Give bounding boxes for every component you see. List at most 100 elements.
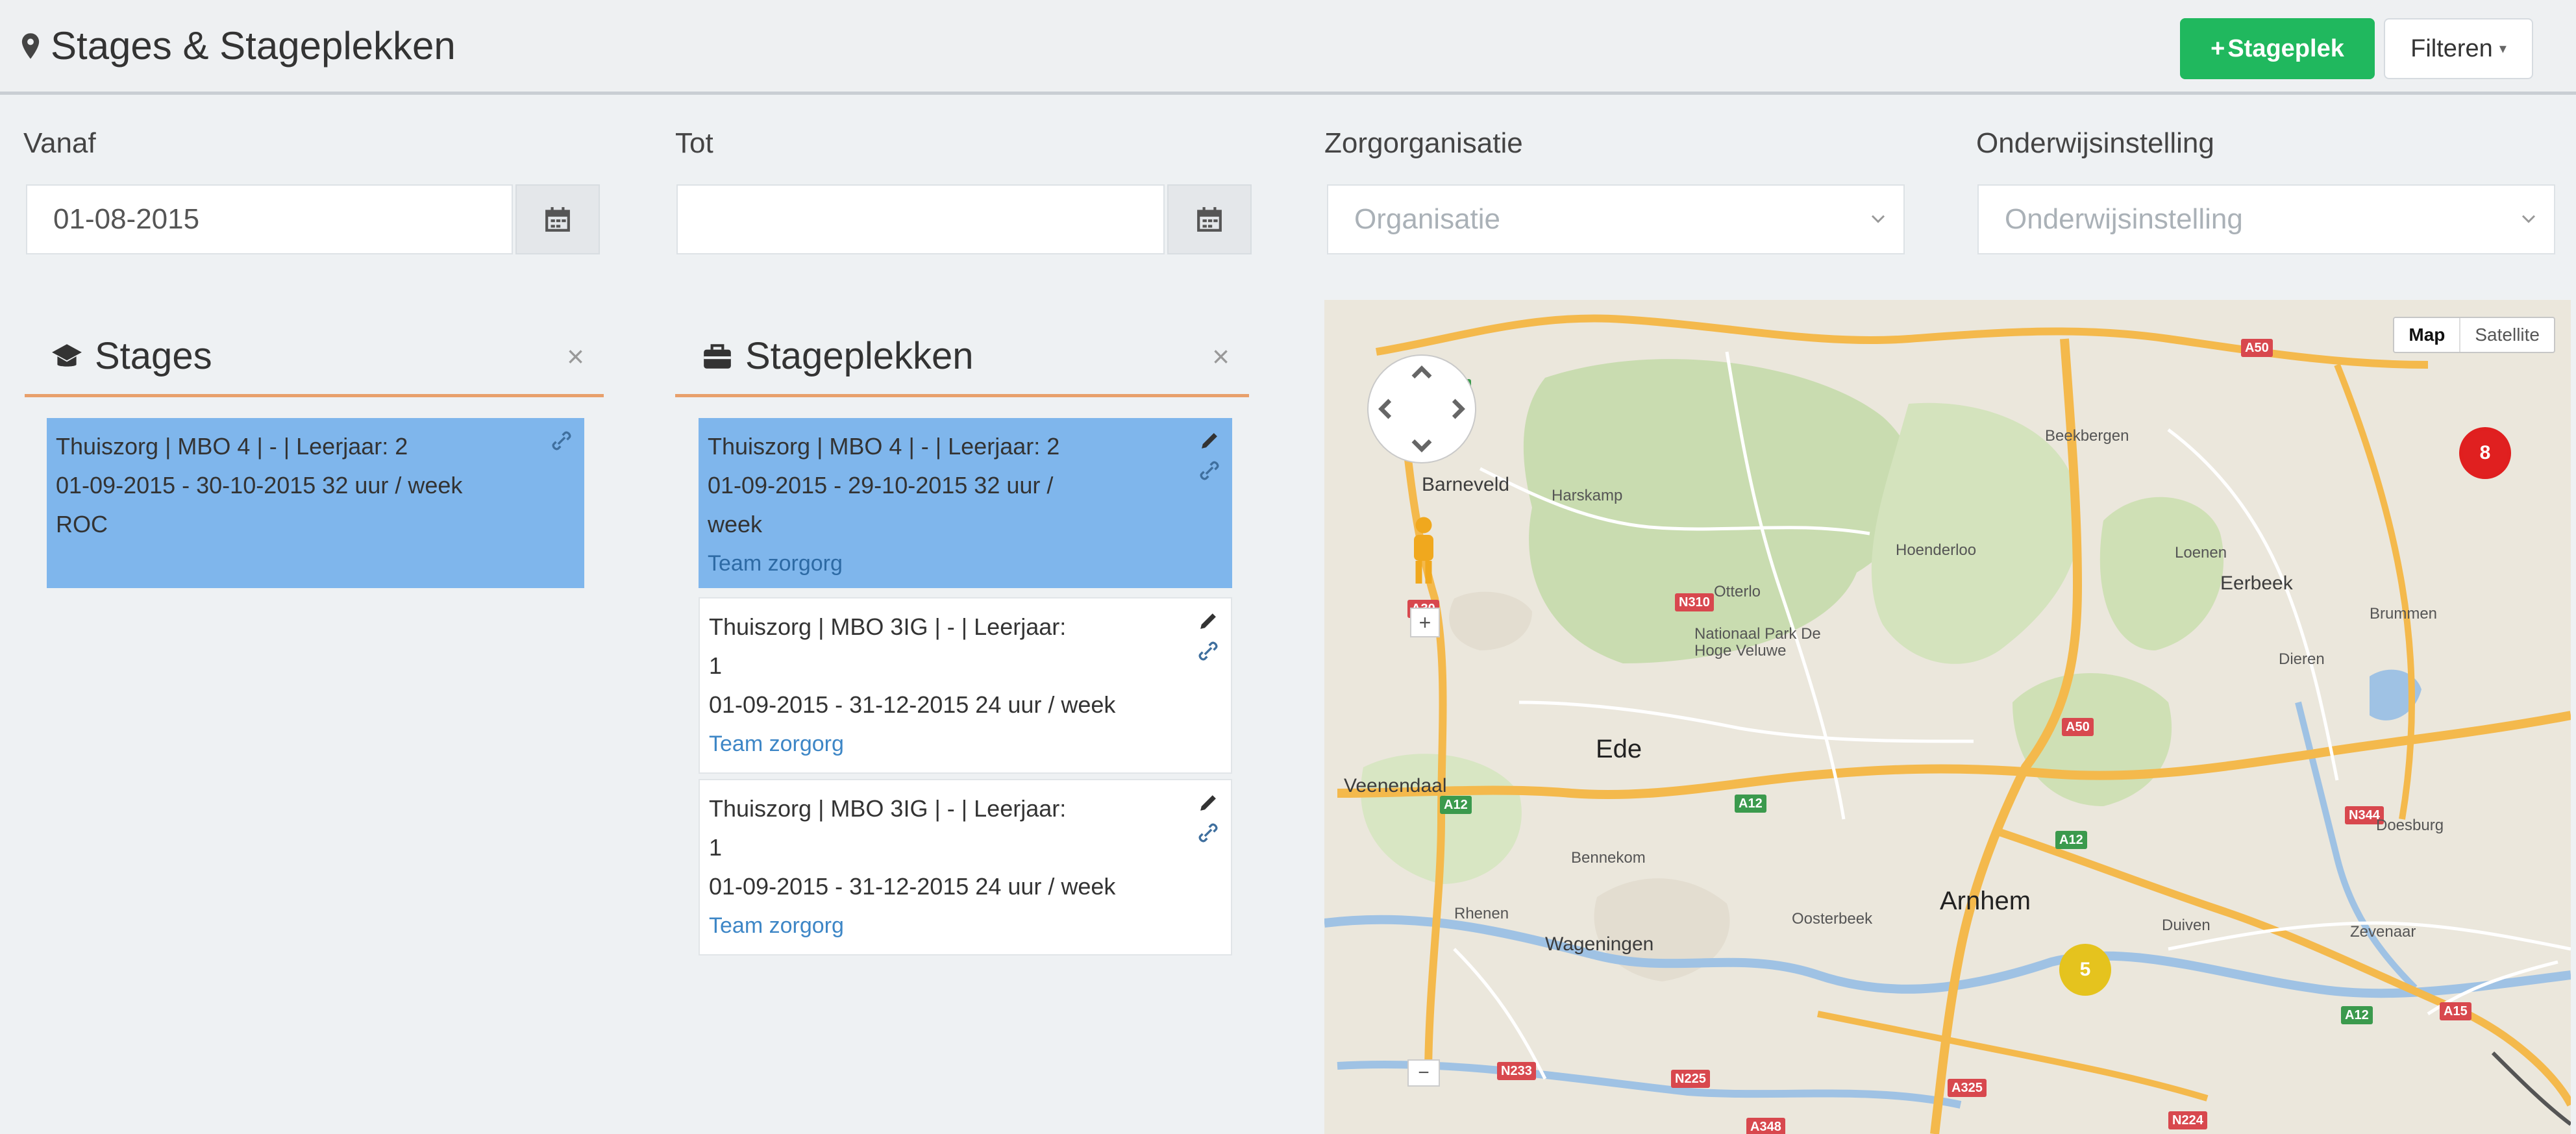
plus-icon: + xyxy=(2211,34,2225,62)
place-label: Arnhem xyxy=(1940,887,2031,915)
to-calendar-button[interactable] xyxy=(1167,184,1252,254)
from-label: Vanaf xyxy=(23,127,96,159)
street-view-pegman-icon[interactable] xyxy=(1407,515,1440,587)
add-stageplek-label: Stageplek xyxy=(2227,34,2344,62)
place-label: Rhenen xyxy=(1454,905,1509,922)
place-label: Zevenaar xyxy=(2350,923,2416,941)
stages-panel-title: Stages xyxy=(95,335,212,377)
education-select[interactable]: Onderwijsinstelling xyxy=(1977,184,2555,254)
map-marker-icon xyxy=(19,31,42,61)
place-label: Ede xyxy=(1596,735,1642,763)
stage-card-line1: Thuiszorg | MBO 4 | - | Leerjaar: 2 xyxy=(56,433,408,460)
place-label: Oosterbeek xyxy=(1792,910,1873,928)
link-icon[interactable] xyxy=(1197,822,1219,844)
place-label: Nationaal Park De Hoge Veluwe xyxy=(1694,625,1821,659)
map-cluster-marker[interactable]: 5 xyxy=(2059,944,2111,996)
road-shield: A325 xyxy=(1948,1079,1987,1097)
stageplek-card-line3: 01-09-2015 - 31-12-2015 24 uur / week xyxy=(709,691,1116,718)
stage-card-line2: 01-09-2015 - 30-10-2015 32 uur / week xyxy=(56,472,463,499)
top-bar: Stages & Stageplekken + Stageplek Filter… xyxy=(0,0,2576,95)
to-label: Tot xyxy=(675,127,713,159)
stageplek-card-tools xyxy=(1197,792,1219,844)
add-stageplek-button[interactable]: + Stageplek xyxy=(2180,18,2375,79)
map-base xyxy=(1324,300,2571,1134)
briefcase-icon xyxy=(704,343,731,369)
care-org-label: Zorgorganisatie xyxy=(1324,127,1523,159)
stageplekken-panel-title: Stageplekken xyxy=(745,335,974,377)
place-label: Loenen xyxy=(2175,544,2227,561)
stageplek-card-line1: Thuiszorg | MBO 4 | - | Leerjaar: 2 xyxy=(708,433,1060,460)
to-date-input[interactable] xyxy=(676,184,1165,254)
stageplek-card-line3: week xyxy=(708,511,763,537)
road-shield: A348 xyxy=(1746,1118,1785,1134)
stage-card[interactable]: Thuiszorg | MBO 4 | - | Leerjaar: 2 01-0… xyxy=(47,418,584,588)
stageplek-card-line2: 1 xyxy=(709,652,723,679)
map-type-control: Map Satellite xyxy=(2393,317,2555,353)
care-org-select[interactable]: Organisatie xyxy=(1327,184,1905,254)
road-shield: A50 xyxy=(2062,718,2094,736)
link-icon[interactable] xyxy=(1197,640,1219,662)
map-view[interactable]: A50 A1 A30 N310 A50 A12 A12 A12 N344 A12… xyxy=(1324,300,2571,1134)
education-label: Onderwijsinstelling xyxy=(1976,127,2214,159)
link-icon[interactable] xyxy=(551,430,573,452)
pencil-icon[interactable] xyxy=(1197,610,1219,632)
chevron-down-icon xyxy=(2521,215,2536,223)
map-cluster-marker[interactable]: 8 xyxy=(2459,427,2511,479)
place-label: Harskamp xyxy=(1552,487,1623,504)
road-shield: A12 xyxy=(1735,795,1766,813)
stageplek-card-line2: 1 xyxy=(709,834,723,861)
stageplek-card-tools xyxy=(1198,430,1220,482)
page-title: Stages & Stageplekken xyxy=(19,23,456,68)
calendar-icon xyxy=(545,207,570,232)
education-placeholder: Onderwijsinstelling xyxy=(2005,203,2243,235)
stageplek-card[interactable]: Thuiszorg | MBO 4 | - | Leerjaar: 2 01-0… xyxy=(699,418,1232,588)
stageplek-card-line2: 01-09-2015 - 29-10-2015 32 uur / xyxy=(708,472,1054,499)
stageplek-card-team-link[interactable]: Team zorgorg xyxy=(708,544,1217,583)
stage-card-tools xyxy=(551,430,573,452)
road-shield: N224 xyxy=(2168,1111,2207,1129)
graduation-cap-icon xyxy=(52,343,82,367)
stageplek-card-line1: Thuiszorg | MBO 3IG | - | Leerjaar: xyxy=(709,613,1067,640)
road-shield: A12 xyxy=(1440,796,1472,814)
map-type-map-button[interactable]: Map xyxy=(2394,318,2461,352)
zoom-in-button[interactable]: + xyxy=(1410,608,1440,637)
caret-down-icon: ▾ xyxy=(2499,40,2507,56)
stage-card-line3: ROC xyxy=(56,511,108,537)
pan-control[interactable] xyxy=(1367,354,1476,463)
pencil-icon[interactable] xyxy=(1197,792,1219,814)
place-label: Brummen xyxy=(2370,605,2438,622)
place-label: Otterlo xyxy=(1714,583,1761,600)
filter-button[interactable]: Filteren ▾ xyxy=(2384,18,2533,79)
road-shield: A12 xyxy=(2055,831,2087,849)
stageplekken-close-icon[interactable]: × xyxy=(1212,339,1230,374)
stageplek-card-tools xyxy=(1197,610,1219,662)
place-label: Beekbergen xyxy=(2045,427,2129,445)
stages-panel-header: Stages × xyxy=(25,318,604,397)
stageplek-card[interactable]: Thuiszorg | MBO 3IG | - | Leerjaar: 1 01… xyxy=(699,779,1232,955)
stageplek-card-team-link[interactable]: Team zorgorg xyxy=(709,724,1215,763)
stages-close-icon[interactable]: × xyxy=(567,339,584,374)
calendar-icon xyxy=(1197,207,1222,232)
stageplek-card[interactable]: Thuiszorg | MBO 3IG | - | Leerjaar: 1 01… xyxy=(699,597,1232,774)
place-label: Duiven xyxy=(2162,917,2211,934)
stageplekken-panel-header: Stageplekken × xyxy=(675,318,1249,397)
care-org-placeholder: Organisatie xyxy=(1354,203,1501,235)
link-icon[interactable] xyxy=(1198,460,1220,482)
pencil-icon[interactable] xyxy=(1198,430,1220,452)
road-shield: N310 xyxy=(1675,593,1714,611)
road-shield: A12 xyxy=(2341,1006,2373,1024)
place-label: Doesburg xyxy=(2376,817,2444,834)
page-title-text: Stages & Stageplekken xyxy=(51,24,456,68)
place-label: Wageningen xyxy=(1545,933,1654,955)
from-calendar-button[interactable] xyxy=(515,184,600,254)
place-label: Veenendaal xyxy=(1344,775,1447,796)
place-label: Hoenderloo xyxy=(1896,541,1977,559)
from-date-input[interactable]: 01-08-2015 xyxy=(26,184,513,254)
road-shield: N233 xyxy=(1497,1062,1536,1080)
chevron-down-icon xyxy=(1871,215,1885,223)
map-type-satellite-button[interactable]: Satellite xyxy=(2460,318,2554,352)
stageplek-card-team-link[interactable]: Team zorgorg xyxy=(709,906,1215,945)
pan-arrows-icon xyxy=(1378,365,1465,452)
zoom-out-button[interactable]: − xyxy=(1407,1059,1440,1087)
stageplek-card-line1: Thuiszorg | MBO 3IG | - | Leerjaar: xyxy=(709,795,1067,822)
